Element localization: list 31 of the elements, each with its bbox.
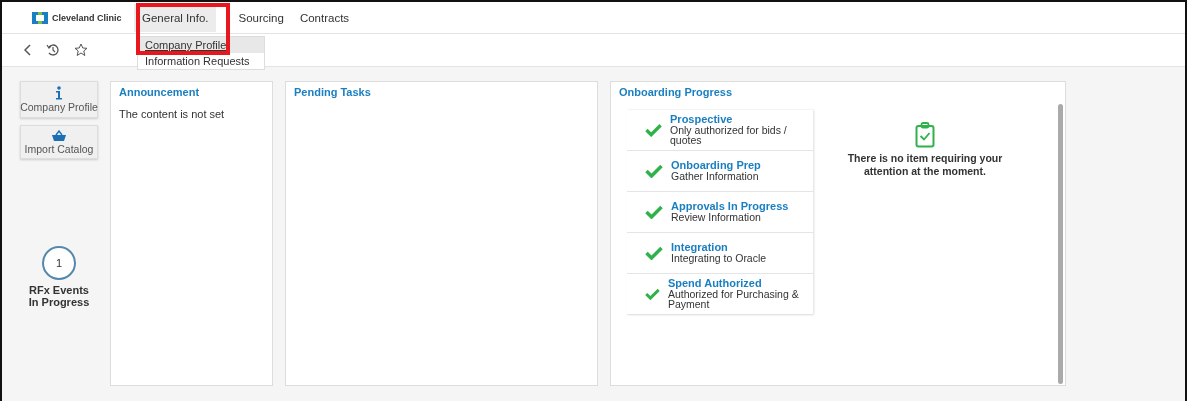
dropdown-item[interactable]: Information Requests — [138, 53, 264, 69]
menu-tab[interactable]: Contracts — [291, 3, 358, 32]
info-icon — [55, 86, 63, 100]
empty-message: There is no item requiring your attention at the moment. — [846, 152, 1004, 178]
logo-text: Cleveland Clinic — [52, 12, 122, 23]
step-description: Review Information — [671, 211, 761, 223]
basket-icon — [52, 129, 66, 142]
counter-label: RFx Events In Progress — [27, 285, 91, 309]
step-name[interactable]: Integration — [671, 241, 728, 253]
menu-tab[interactable]: Sourcing — [230, 3, 292, 32]
step-name[interactable]: Onboarding Prep — [671, 159, 761, 171]
card-title: Pending Tasks — [294, 86, 371, 98]
logo-icon — [32, 11, 48, 24]
step-description: Gather Information — [671, 170, 759, 182]
card-title: Announcement — [119, 86, 200, 98]
step-name[interactable]: Spend Authorized — [667, 277, 762, 289]
history-icon[interactable] — [46, 43, 60, 57]
star-icon[interactable] — [74, 43, 88, 57]
step-description: Authorized for Purchasing & Payment — [667, 288, 800, 310]
sidebar-button[interactable]: Import Catalog — [20, 124, 98, 159]
step-description: Integrating to Oracle — [671, 252, 767, 264]
announcement-text: The content is not set — [119, 108, 225, 120]
back-icon[interactable] — [24, 44, 32, 56]
step-name[interactable]: Approvals In Progress — [671, 200, 789, 212]
count-badge[interactable]: 1 — [42, 246, 76, 280]
sidebar-button[interactable]: Company Profile — [20, 81, 98, 118]
card-title: Onboarding Progress — [619, 86, 733, 98]
scrollbar[interactable] — [1058, 104, 1063, 384]
step-name[interactable]: Prospective — [670, 113, 733, 125]
step-description: Only authorized for bids / quotes — [670, 124, 788, 146]
clipboard-check-icon — [915, 122, 935, 148]
